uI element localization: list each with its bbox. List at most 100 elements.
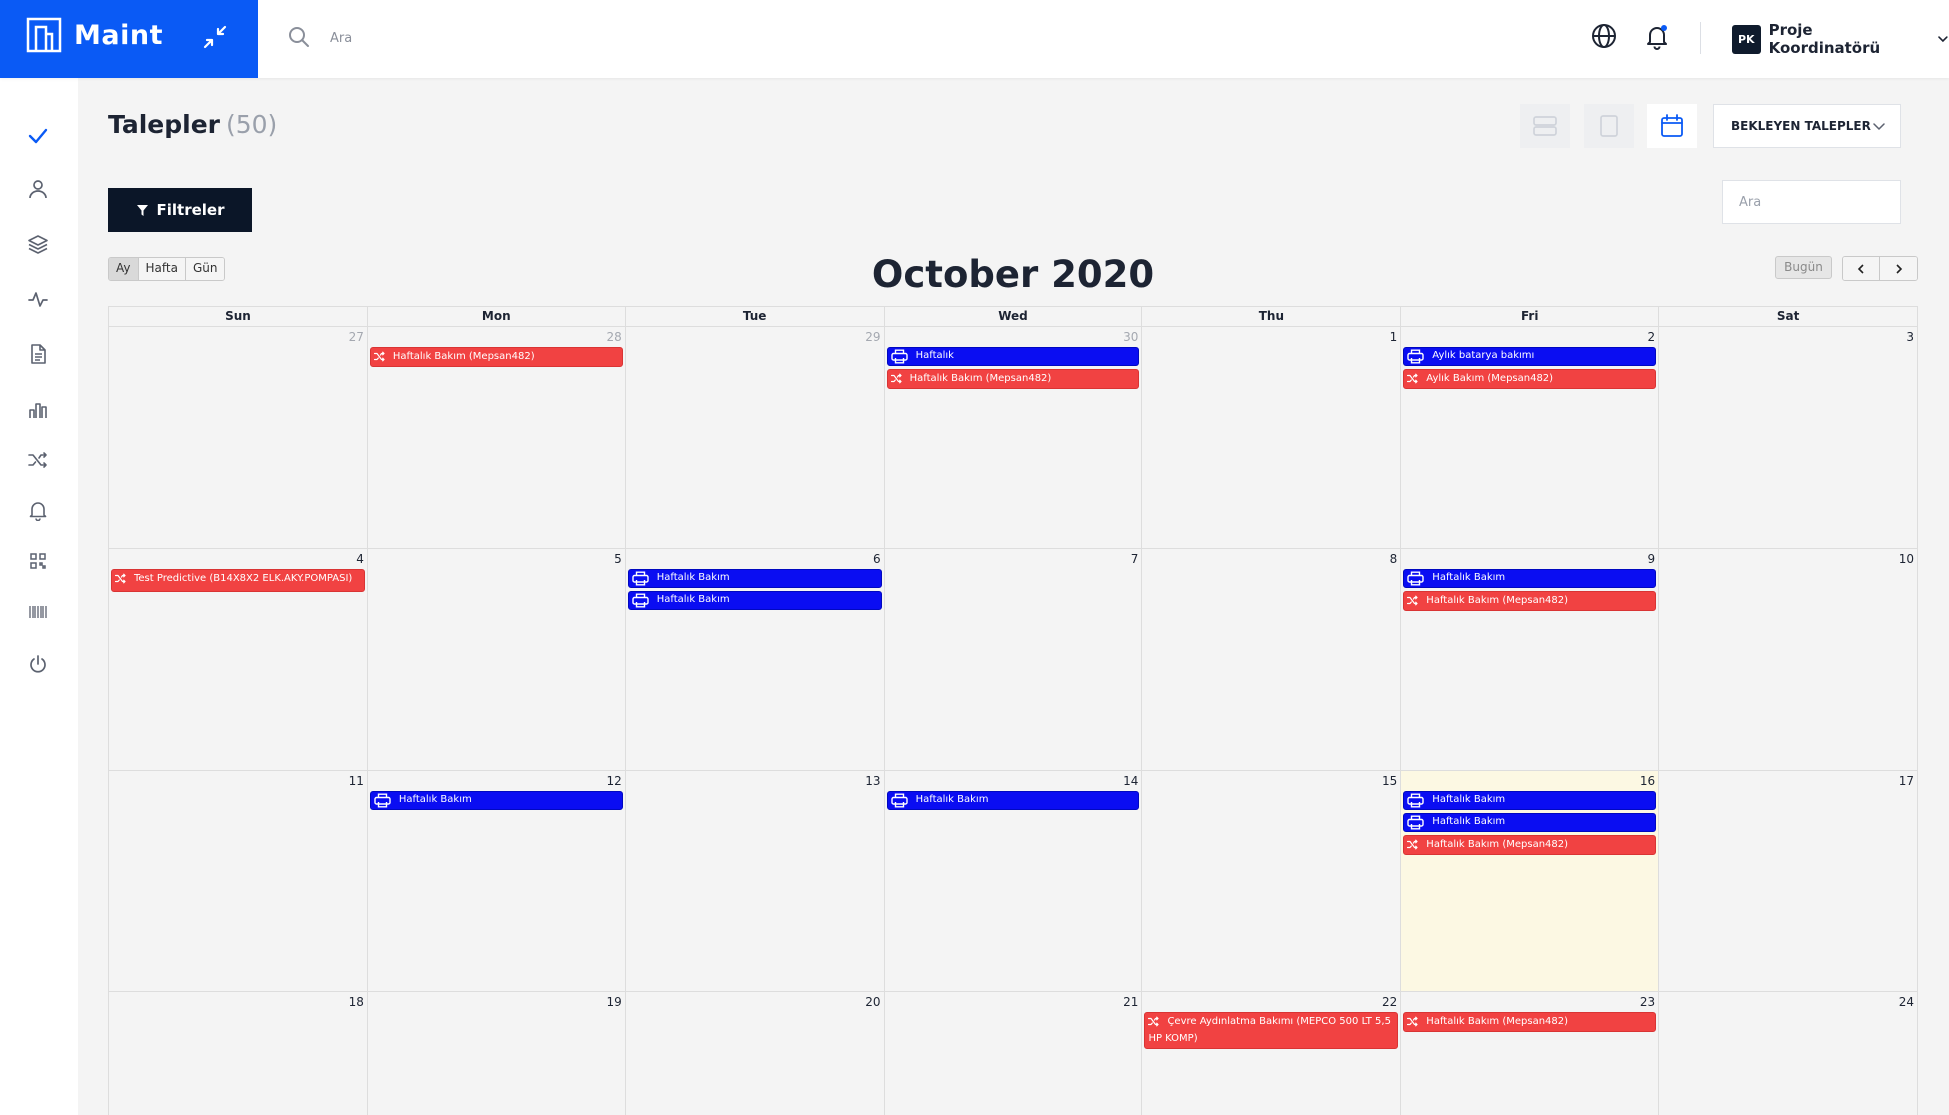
day-number[interactable]: 19 (606, 995, 621, 1009)
day-cell[interactable]: 15 (1142, 771, 1402, 992)
day-number[interactable]: 1 (1390, 330, 1398, 344)
calendar-event[interactable]: Haftalık Bakım (Mepsan482) (886, 369, 1140, 389)
calendar-event[interactable]: Test Predictive (B14X8X2 ELK.AKY.POMPASI… (111, 569, 365, 592)
day-number[interactable]: 29 (865, 330, 880, 344)
calendar-event[interactable]: Haftalık Bakım (1403, 813, 1657, 832)
day-number[interactable]: 16 (1640, 774, 1655, 788)
day-number[interactable]: 17 (1899, 774, 1914, 788)
calendar-event[interactable]: Haftalık Bakım (1403, 569, 1657, 588)
sidebar-item-workflows[interactable] (24, 446, 52, 474)
day-number[interactable]: 8 (1390, 552, 1398, 566)
calendar-event[interactable]: Haftalık Bakım (Mepsan482) (369, 347, 623, 367)
day-cell[interactable]: 13 (625, 771, 885, 992)
view-day-button[interactable]: Gün (185, 258, 225, 280)
day-number[interactable]: 10 (1899, 552, 1914, 566)
day-cell[interactable]: 2 Aylık batarya bakımı Aylık Bakım (Mepsan… (1401, 327, 1660, 549)
day-cell[interactable]: 8 (1142, 549, 1402, 771)
day-cell[interactable]: 27 (109, 327, 368, 549)
day-cell[interactable]: 29 (625, 327, 885, 549)
day-cell[interactable]: 10 (1659, 549, 1919, 771)
day-cell[interactable]: 9 Haftalık Bakım Haftalık Bakım (Mepsan482… (1401, 549, 1660, 771)
day-cell[interactable]: 18 (109, 992, 368, 1115)
today-button[interactable]: Bugün (1775, 256, 1832, 279)
user-menu[interactable]: PK Proje Koordinatörü (1732, 21, 1949, 57)
calendar-event[interactable]: Haftalık Bakım (1403, 791, 1657, 810)
sidebar-item-logout[interactable] (24, 650, 52, 678)
next-month-button[interactable] (1880, 257, 1917, 280)
day-cell[interactable]: 1 (1142, 327, 1402, 549)
sidebar-item-documents[interactable] (24, 340, 52, 368)
sidebar-item-users[interactable] (24, 175, 52, 203)
day-cell[interactable]: 28 Haftalık Bakım (Mepsan482) (367, 327, 626, 549)
calendar-event[interactable]: Aylık Bakım (Mepsan482) (1403, 369, 1657, 389)
day-cell[interactable]: 6 Haftalık Bakım Haftalık Bakım (625, 549, 885, 771)
sidebar-item-reports[interactable] (24, 395, 52, 423)
day-number[interactable]: 20 (865, 995, 880, 1009)
calendar-view-button[interactable] (1647, 104, 1697, 148)
day-number[interactable]: 5 (614, 552, 622, 566)
day-cell-today[interactable]: 16 Haftalık Bakım Haftalık Bakım Haftalık B… (1401, 771, 1660, 992)
day-cell[interactable]: 12 Haftalık Bakım (367, 771, 626, 992)
sidebar-item-layers[interactable] (24, 230, 52, 258)
day-number[interactable]: 13 (865, 774, 880, 788)
collapse-icon[interactable] (200, 22, 230, 52)
sidebar-item-activity[interactable] (24, 285, 52, 313)
day-cell[interactable]: 24 (1659, 992, 1919, 1115)
calendar-event[interactable]: Haftalık Bakım (369, 791, 623, 810)
day-number[interactable]: 14 (1123, 774, 1138, 788)
day-cell[interactable]: 5 (367, 549, 626, 771)
filters-button[interactable]: Filtreler (108, 188, 252, 232)
day-cell[interactable]: 30 Haftalık Haftalık Bakım (Mepsan482) (884, 327, 1143, 549)
day-number[interactable]: 28 (606, 330, 621, 344)
view-month-button[interactable]: Ay (109, 258, 139, 280)
calendar-event[interactable]: Aylık batarya bakımı (1403, 347, 1657, 366)
calendar-event[interactable]: Haftalık Bakım (Mepsan482) (1403, 591, 1657, 611)
day-number[interactable]: 30 (1123, 330, 1138, 344)
day-cell[interactable]: 22 Çevre Aydınlatma Bakımı (MEPCO 500 LT … (1142, 992, 1402, 1115)
calendar-event[interactable]: Haftalık Bakım (886, 791, 1140, 810)
sidebar-item-qr[interactable] (24, 547, 52, 575)
day-number[interactable]: 3 (1906, 330, 1914, 344)
sidebar-item-barcode[interactable] (24, 598, 52, 626)
sidebar-item-notifications[interactable] (24, 496, 52, 524)
day-number[interactable]: 23 (1640, 995, 1655, 1009)
day-number[interactable]: 11 (349, 774, 364, 788)
day-number[interactable]: 22 (1382, 995, 1397, 1009)
day-cell[interactable]: 20 (626, 992, 885, 1115)
view-week-button[interactable]: Hafta (138, 258, 186, 280)
calendar-search-input[interactable] (1722, 180, 1901, 224)
prev-month-button[interactable] (1843, 257, 1880, 280)
day-number[interactable]: 12 (606, 774, 621, 788)
day-cell[interactable]: 4 Test Predictive (B14X8X2 ELK.AKY.POMPAS… (109, 549, 368, 771)
sidebar-item-tasks[interactable] (24, 122, 52, 150)
day-number[interactable]: 21 (1123, 995, 1138, 1009)
search-input[interactable] (330, 24, 630, 52)
calendar-event[interactable]: Haftalık Bakım (Mepsan482) (1403, 835, 1657, 855)
day-number[interactable]: 27 (349, 330, 364, 344)
day-cell[interactable]: 21 (885, 992, 1143, 1115)
day-number[interactable]: 24 (1899, 995, 1914, 1009)
day-cell[interactable]: 3 (1659, 327, 1919, 549)
calendar-event[interactable]: Haftalık (886, 347, 1140, 366)
day-cell[interactable]: 11 (109, 771, 368, 992)
status-filter-select[interactable]: BEKLEYEN TALEPLER (1713, 104, 1901, 148)
day-number[interactable]: 18 (349, 995, 364, 1009)
calendar-event[interactable]: Haftalık Bakım (Mepsan482) (1403, 1012, 1657, 1032)
day-cell[interactable]: 23 Haftalık Bakım (Mepsan482) (1401, 992, 1660, 1115)
day-number[interactable]: 7 (1131, 552, 1139, 566)
list-view-button[interactable] (1520, 104, 1570, 148)
day-cell[interactable]: 7 (884, 549, 1143, 771)
day-cell[interactable]: 14 Haftalık Bakım (884, 771, 1143, 992)
globe-icon[interactable] (1590, 22, 1618, 50)
day-number[interactable]: 6 (873, 552, 881, 566)
day-cell[interactable]: 19 (368, 992, 626, 1115)
day-cell[interactable]: 17 (1659, 771, 1919, 992)
day-number[interactable]: 4 (356, 552, 364, 566)
card-view-button[interactable] (1584, 104, 1634, 148)
calendar-event[interactable]: Haftalık Bakım (627, 591, 882, 610)
notification-bell-icon[interactable] (1643, 22, 1671, 50)
calendar-event[interactable]: Haftalık Bakım (627, 569, 882, 588)
calendar-event[interactable]: Çevre Aydınlatma Bakımı (MEPCO 500 LT 5,… (1144, 1012, 1399, 1049)
day-number[interactable]: 9 (1648, 552, 1656, 566)
day-number[interactable]: 2 (1648, 330, 1656, 344)
